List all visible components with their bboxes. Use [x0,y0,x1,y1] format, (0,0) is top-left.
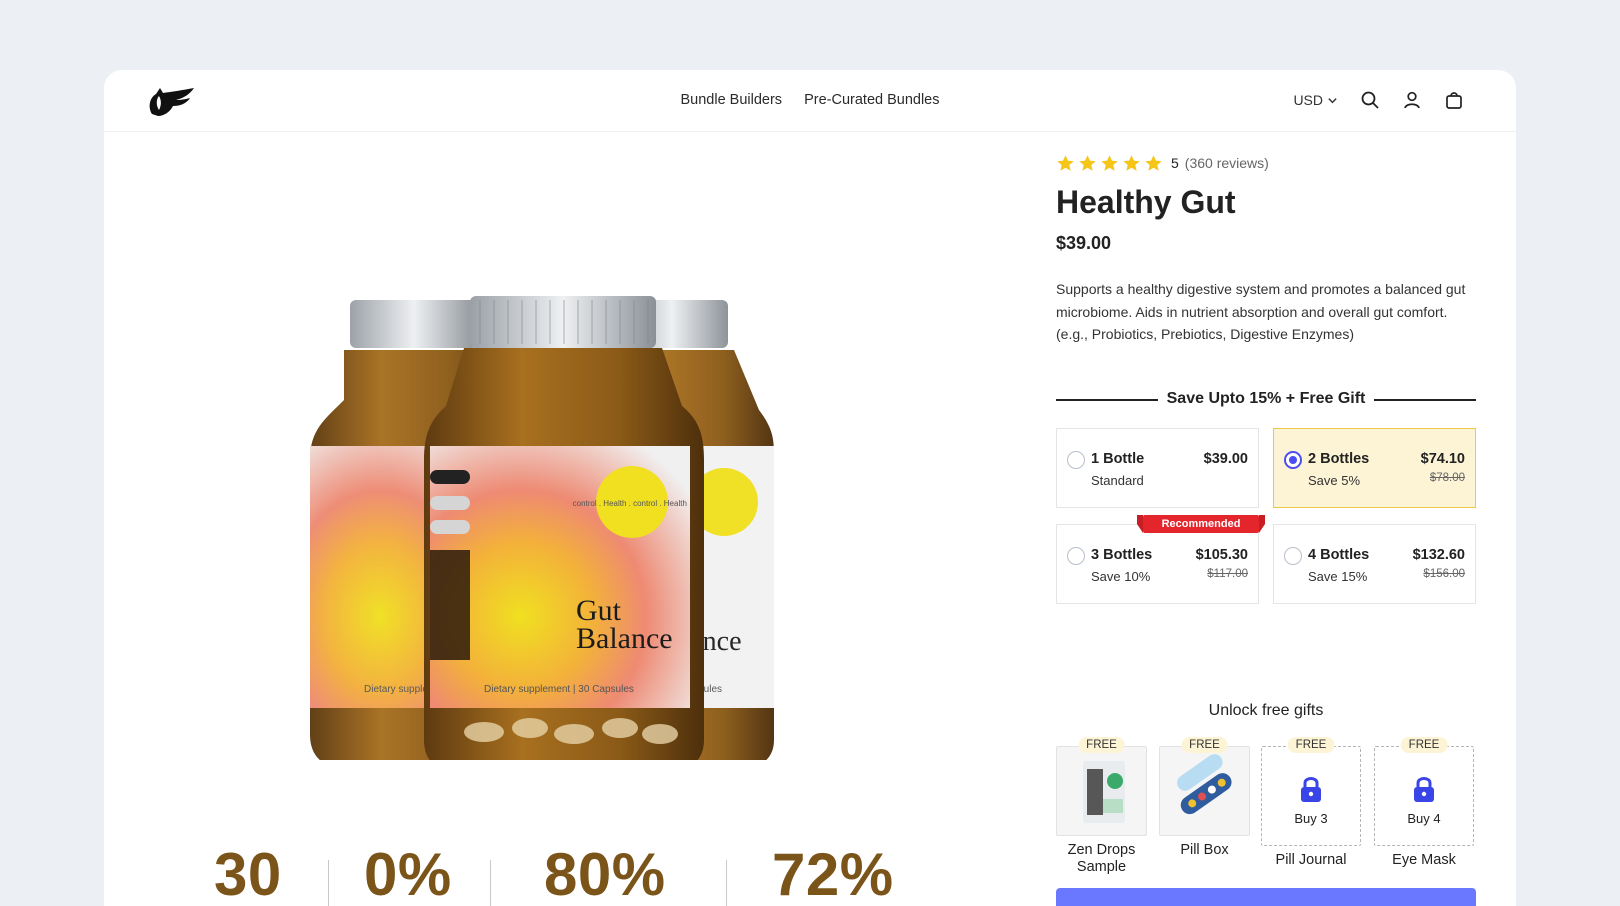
star-icon [1145,154,1162,171]
free-tag: FREE [1287,737,1335,753]
zen-drops-pouch-icon [1083,761,1125,823]
label-footer: Dietary supplement | 30 Capsules [484,684,634,695]
option-old-price: $117.00 [1207,568,1248,580]
gift-name: Zen Drops Sample [1067,842,1136,875]
lock-icon [1301,777,1321,802]
gift-eye-mask: FREE Buy 4 Eye Mask [1374,737,1474,869]
star-icon [1079,154,1096,171]
gift-pill-box: FREE Pill Box [1159,737,1257,859]
gift-image-box: FREE [1056,737,1147,836]
cart-bag-icon[interactable] [1444,90,1464,110]
free-tag: FREE [1400,737,1448,753]
stats-row: 30 0% 80% 72% [204,840,964,906]
free-tag: FREE [1181,737,1228,753]
bundle-option-3-bottles[interactable]: Recommended 3 Bottles Save 10% $105.30 $… [1056,515,1265,604]
option-name: 1 Bottle [1091,451,1145,467]
svg-text:Dietary supple: Dietary supple [364,684,428,695]
star-icon [1123,154,1140,171]
nav-bundle-builders[interactable]: Bundle Builders [680,92,782,108]
add-to-cart-button[interactable]: Add to cart [1056,888,1476,906]
radio-button-selected[interactable] [1284,451,1302,469]
gift-name: Eye Mask [1392,852,1456,868]
gift-zen-drops: FREE Zen Drops Sample [1056,737,1154,876]
option-old-price: $78.00 [1429,472,1465,484]
free-tag: FREE [1078,737,1125,753]
option-subtitle: Save 5% [1308,473,1361,488]
option-subtitle: Standard [1091,473,1144,488]
stat-value: 72% [772,841,894,906]
radio-button[interactable] [1067,547,1085,565]
nav-pre-curated-bundles[interactable]: Pre-Curated Bundles [804,92,939,108]
radio-button[interactable] [1284,547,1302,565]
gift-locked-box: FREE Buy 4 [1374,737,1474,846]
recommended-badge: Recommended [1137,515,1265,533]
page-card: Bundle Builders Pre-Curated Bundles USD [104,70,1516,906]
option-subtitle: Save 15% [1308,569,1368,584]
currency-selector[interactable]: USD [1293,92,1338,108]
product-title: Healthy Gut [1056,184,1236,220]
label-title-line2: Balance [576,622,673,655]
gifts-title: Unlock free gifts [1208,702,1324,719]
radio-button[interactable] [1067,451,1085,469]
option-subtitle: Save 10% [1091,569,1151,584]
stat-value: 80% [544,841,666,906]
bundle-heading: Save Upto 15% + Free Gift [1056,388,1476,410]
lock-icon [1414,777,1434,802]
product-image: ut alance 0 Capsules Dietary supple cont… [310,296,774,760]
heading-rule-right [1374,399,1476,401]
site-header: Bundle Builders Pre-Curated Bundles USD [104,70,1516,132]
chevron-down-icon [1328,97,1337,103]
stat-divider [328,860,329,906]
header-actions: USD [1293,90,1464,110]
currency-label: USD [1293,92,1323,108]
rating-row[interactable]: 5 (360 reviews) [1056,152,1476,174]
unlock-condition: Buy 4 [1407,811,1441,826]
gift-pill-journal: FREE Buy 3 Pill Journal [1261,737,1361,869]
bundle-option-1-bottle[interactable]: 1 Bottle Standard $39.00 [1056,428,1259,508]
bottle-front: control . Health . control . Health . Gu… [424,296,704,760]
product-price: $39.00 [1056,233,1112,253]
option-price: $132.60 [1412,547,1465,563]
star-icon [1101,154,1118,171]
gift-locked-box: FREE Buy 3 [1261,737,1361,846]
product-info: 5 (360 reviews) Healthy Gut $39.00 Suppo… [1056,152,1476,906]
bundle-option-2-bottles[interactable]: 2 Bottles Save 5% $74.10 $78.00 [1273,428,1476,508]
gift-name: Pill Box [1180,842,1229,858]
account-icon[interactable] [1402,90,1422,110]
bundle-option-4-bottles[interactable]: 4 Bottles Save 15% $132.60 $156.00 [1273,524,1476,604]
stat-value: 30 [214,841,282,906]
review-count: (360 reviews) [1184,155,1269,171]
option-price: $105.30 [1195,547,1248,563]
option-name: 4 Bottles [1308,547,1370,563]
option-name: 2 Bottles [1308,451,1370,467]
stat-value: 0% [364,841,452,906]
option-price: $74.10 [1420,451,1465,467]
stat-divider [726,860,727,906]
search-icon[interactable] [1360,90,1380,110]
pill-box-icon [1177,754,1232,815]
label-seal-text: control . Health . control . Health . [573,499,692,508]
gift-name: Pill Journal [1275,852,1347,868]
option-name: 3 Bottles [1091,547,1153,563]
option-old-price: $156.00 [1423,568,1465,580]
unlock-condition: Buy 3 [1294,811,1328,826]
product-description: Supports a healthy digestive system and … [1056,281,1466,342]
gift-image-box: FREE [1159,737,1250,836]
rating-value: 5 [1171,155,1179,171]
option-price: $39.00 [1203,451,1248,467]
stat-divider [490,860,491,906]
star-icon [1057,154,1074,171]
rating-stars [1056,154,1163,173]
